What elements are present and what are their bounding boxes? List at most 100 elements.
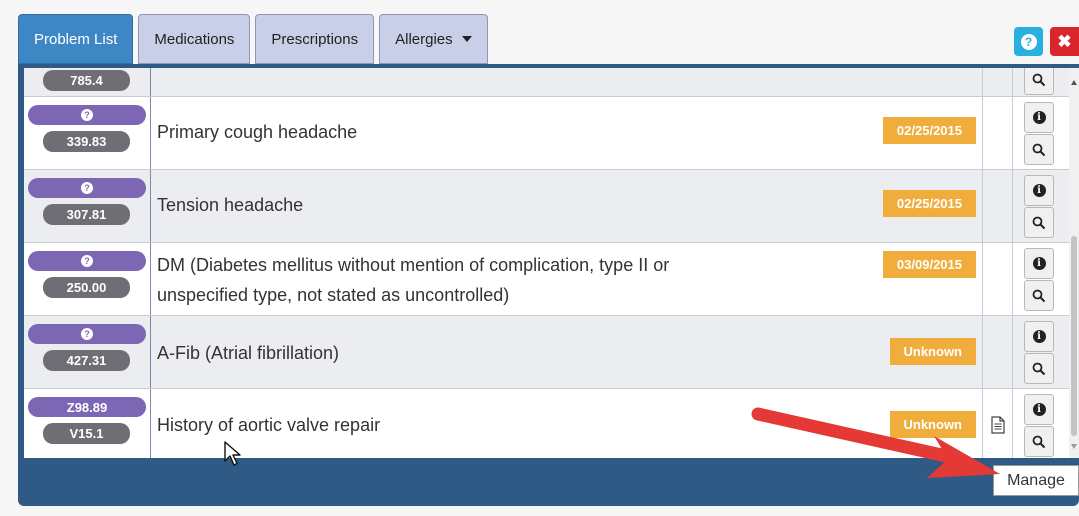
table-row[interactable]: Z98.89 V15.1 History of aortic valve rep… [24,389,1069,458]
info-icon: i [1032,111,1046,124]
tab-bar: Problem List Medications Prescriptions A… [18,14,488,64]
code-cell: Z98.89 V15.1 [24,389,151,458]
scroll-thumb[interactable] [1071,236,1077,436]
vertical-scrollbar[interactable] [1069,68,1079,458]
problem-list-panel: 785.4 ? 339.83 Primary cough headache 02… [18,64,1079,506]
icd9-code-badge: 307.81 [43,204,130,225]
code-cell: ? 307.81 [24,170,151,242]
icd9-code-badge: V15.1 [43,423,130,444]
tab-prescriptions[interactable]: Prescriptions [255,14,375,64]
description-cell: History of aortic valve repair Unknown [151,389,983,458]
onset-date-badge: 02/25/2015 [882,117,976,144]
info-button[interactable]: i [1024,394,1054,425]
note-cell[interactable] [983,389,1013,458]
unknown-code-badge: ? [28,251,146,271]
code-cell: ? 339.83 [24,97,151,169]
action-cell: i [1013,243,1069,315]
code-cell: ? 250.00 [24,243,151,315]
question-icon: ? [81,255,93,267]
scroll-up-arrow-icon[interactable] [1071,80,1077,85]
search-icon [1032,216,1046,229]
note-cell [983,97,1013,169]
search-button[interactable] [1024,207,1054,238]
search-icon [1032,362,1046,375]
help-button[interactable]: ? [1014,27,1043,56]
table-row[interactable]: ? 339.83 Primary cough headache 02/25/20… [24,97,1069,170]
info-button[interactable]: i [1024,321,1054,352]
search-button[interactable] [1024,134,1054,165]
tab-label: Prescriptions [271,30,359,48]
description-cell: DM (Diabetes mellitus without mention of… [151,243,983,315]
info-icon: i [1032,330,1046,343]
problem-description: Tension headache [157,195,304,215]
table-row[interactable]: ? 427.31 A-Fib (Atrial fibrillation) Unk… [24,316,1069,389]
code-cell: ? 427.31 [24,316,151,388]
icd9-code-badge: 427.31 [43,350,130,371]
icd9-code-badge: 339.83 [43,131,130,152]
note-cell [983,170,1013,242]
question-icon: ? [81,328,93,340]
icd9-code-badge: 250.00 [43,277,130,298]
table-row[interactable]: ? 307.81 Tension headache 02/25/2015 i [24,170,1069,243]
tab-problem-list[interactable]: Problem List [18,14,134,64]
info-icon: i [1032,257,1046,270]
search-icon [1032,435,1046,448]
tab-label: Medications [154,30,235,48]
info-button[interactable]: i [1024,102,1054,133]
action-cell [1013,68,1069,96]
question-icon: ? [1020,33,1037,50]
problem-description: Primary cough headache [157,122,358,142]
problem-description: History of aortic valve repair [157,415,381,435]
description-cell: Tension headache 02/25/2015 [151,170,983,242]
problem-description-line2: unspecified type, not stated as uncontro… [157,285,510,305]
unknown-code-badge: ? [28,324,146,344]
action-cell: i [1013,170,1069,242]
action-cell: i [1013,316,1069,388]
caret-down-icon [461,36,472,42]
info-button[interactable]: i [1024,175,1054,206]
close-button[interactable]: ✖ [1050,27,1079,56]
search-icon [1032,143,1046,156]
action-cell: i [1013,389,1069,458]
unknown-code-badge: ? [28,105,146,125]
scroll-down-arrow-icon[interactable] [1071,444,1077,449]
search-button[interactable] [1024,68,1054,95]
tab-label: Problem List [34,30,118,48]
description-cell: A-Fib (Atrial fibrillation) Unknown [151,316,983,388]
search-button[interactable] [1024,353,1054,384]
onset-date-badge: Unknown [889,411,976,438]
table-row[interactable]: ? 250.00 DM (Diabetes mellitus without m… [24,243,1069,316]
onset-date-badge: 02/25/2015 [882,190,976,217]
close-icon: ✖ [1057,31,1072,51]
description-cell: Primary cough headache 02/25/2015 [151,97,983,169]
note-cell [983,243,1013,315]
mouse-cursor-icon [224,441,241,466]
info-icon: i [1032,403,1046,416]
onset-date-badge: Unknown [889,338,976,365]
tab-medications[interactable]: Medications [138,14,251,64]
manage-tooltip[interactable]: Manage [993,465,1079,496]
problem-list-widget: Problem List Medications Prescriptions A… [0,0,1079,516]
question-icon: ? [81,182,93,194]
search-button[interactable] [1024,280,1054,311]
search-button[interactable] [1024,426,1054,457]
question-icon: ? [81,109,93,121]
tab-label: Allergies [395,30,453,48]
tab-allergies[interactable]: Allergies [379,14,488,64]
icd9-code-badge: 785.4 [43,70,130,91]
info-button[interactable]: i [1024,248,1054,279]
table-row: 785.4 [24,68,1069,97]
unknown-code-badge: ? [28,178,146,198]
onset-date-badge: 03/09/2015 [882,251,976,278]
action-cell: i [1013,97,1069,169]
info-icon: i [1032,184,1046,197]
problem-table: 785.4 ? 339.83 Primary cough headache 02… [24,68,1069,458]
note-cell [983,68,1013,96]
problem-description: DM (Diabetes mellitus without mention of… [157,255,670,275]
code-cell: 785.4 [24,68,151,96]
note-document-icon [990,416,1005,434]
problem-description: A-Fib (Atrial fibrillation) [157,343,340,363]
search-icon [1032,289,1046,302]
note-cell [983,316,1013,388]
search-icon [1032,73,1046,86]
